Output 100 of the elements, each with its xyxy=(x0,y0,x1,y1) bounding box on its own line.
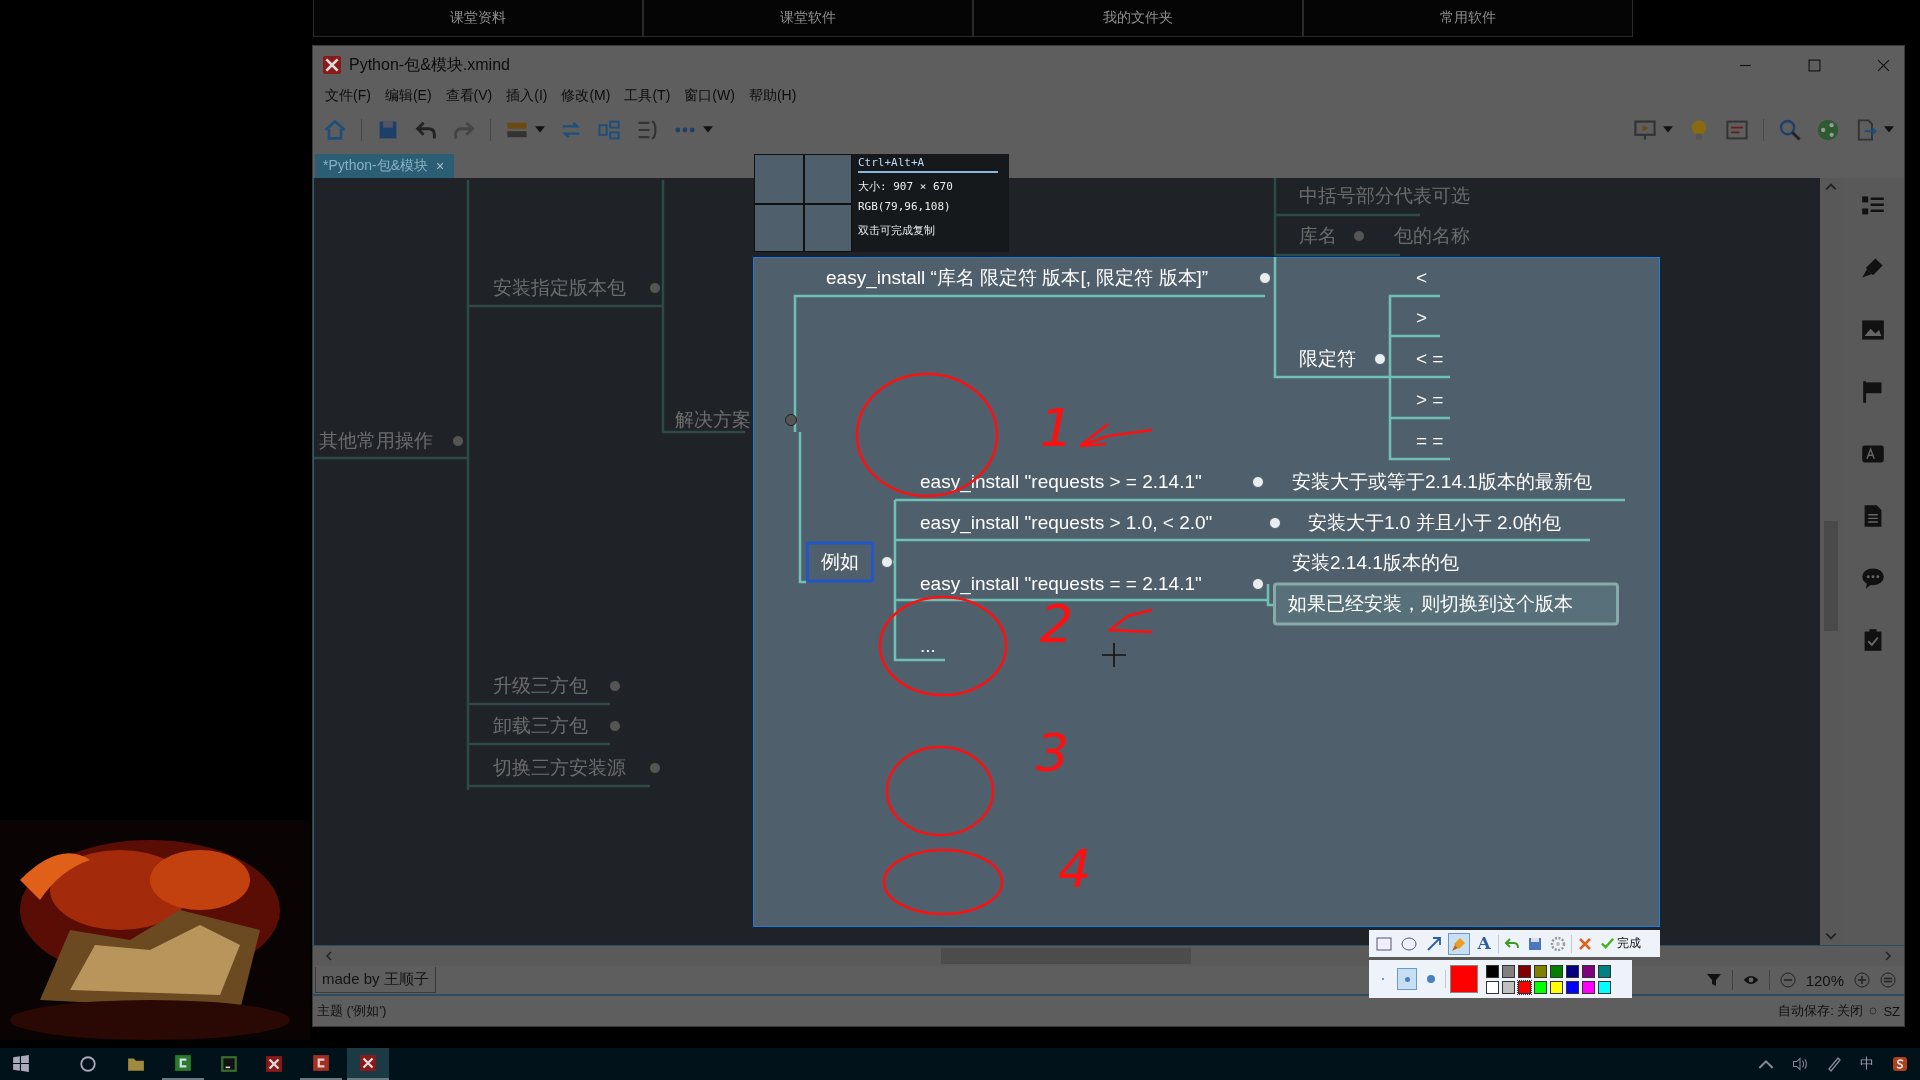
mindmap-topic[interactable]: 升级三方包 xyxy=(490,671,591,701)
color-swatch[interactable] xyxy=(1486,964,1499,978)
done-button[interactable]: 完成 xyxy=(1598,935,1643,952)
menu-item[interactable]: 帮助(H) xyxy=(742,87,803,105)
handwritten-number: 1 xyxy=(1040,402,1074,454)
mindmap-topic[interactable]: = = xyxy=(1413,426,1447,456)
brush-icon[interactable] xyxy=(1861,256,1885,280)
taskbar-app[interactable] xyxy=(347,1048,389,1080)
mindmap-topic[interactable]: < xyxy=(1413,263,1431,293)
image-icon[interactable] xyxy=(1861,318,1885,342)
mindmap-topic[interactable]: > xyxy=(1413,303,1431,333)
mindmap-topic[interactable]: 例如 xyxy=(806,541,874,583)
shortcut-tab[interactable]: 常用软件 xyxy=(1303,0,1633,37)
input-method-indicator[interactable]: 中 xyxy=(1860,1055,1874,1073)
mindmap-topic[interactable]: 解决方案 xyxy=(672,405,754,435)
menu-item[interactable]: 文件(F) xyxy=(319,87,377,105)
mindmap-topic[interactable]: 中括号部分代表可选 xyxy=(1296,181,1473,211)
zoom-out-icon[interactable] xyxy=(1779,972,1796,988)
mindmap-topic[interactable]: 库名 xyxy=(1296,221,1340,251)
color-swatch[interactable] xyxy=(1518,980,1531,994)
menu-item[interactable]: 工具(T) xyxy=(618,87,677,105)
cancel-icon[interactable] xyxy=(1577,935,1593,952)
menu-item[interactable]: 查看(V) xyxy=(439,87,499,105)
mindmap-topic[interactable]: ... xyxy=(917,631,939,661)
user-icon xyxy=(1869,1007,1878,1015)
scroll-up-icon[interactable] xyxy=(1825,182,1837,192)
mindmap-topic[interactable]: easy_install "requests = = 2.14.1" xyxy=(917,569,1205,599)
shortcut-tab[interactable]: 课堂软件 xyxy=(643,0,973,37)
close-icon[interactable] xyxy=(1877,58,1890,72)
shortcut-tab[interactable]: 课堂资料 xyxy=(313,0,643,37)
mindmap-topic[interactable]: easy_install “库名 限定符 版本[, 限定符 版本]” xyxy=(823,263,1212,293)
color-swatch[interactable] xyxy=(1502,964,1515,978)
collapse-dot[interactable] xyxy=(649,282,661,294)
zoom-in-icon[interactable] xyxy=(1854,972,1870,988)
mindmap-topic[interactable]: 包的名称 xyxy=(1391,221,1473,251)
mindmap-topic[interactable]: 其他常用操作 xyxy=(316,426,436,456)
collapse-dot[interactable] xyxy=(609,680,621,692)
color-swatch[interactable] xyxy=(1598,980,1611,994)
collapse-dot[interactable] xyxy=(1353,230,1365,242)
app-icon xyxy=(359,1054,377,1072)
caret-icon[interactable] xyxy=(703,126,713,134)
mindmap-topic[interactable]: 安装指定版本包 xyxy=(490,273,629,303)
menu-item[interactable]: 修改(M) xyxy=(555,87,617,105)
color-swatch[interactable] xyxy=(1486,980,1499,994)
mindmap-topic[interactable]: easy_install "requests > 1.0, < 2.0" xyxy=(917,508,1216,538)
autosave-status: 自动保存: 关闭 xyxy=(1778,1002,1864,1020)
mindmap-topic[interactable]: 卸载三方包 xyxy=(490,711,591,741)
scroll-left-icon[interactable] xyxy=(323,951,335,961)
pen-size-button[interactable] xyxy=(1397,968,1417,990)
document-tab[interactable]: *Python-包&模块 × xyxy=(315,154,455,178)
color-swatch[interactable] xyxy=(1566,980,1579,994)
sogou-icon[interactable] xyxy=(1892,1056,1908,1072)
settings-icon[interactable] xyxy=(1550,935,1566,952)
share-icon[interactable] xyxy=(1816,118,1840,142)
mindmap-topic[interactable]: 限定符 xyxy=(1296,344,1359,374)
scroll-right-icon[interactable] xyxy=(1882,951,1894,961)
color-swatch[interactable] xyxy=(1550,964,1563,978)
collapse-dot[interactable] xyxy=(649,762,661,774)
caret-icon[interactable] xyxy=(1884,126,1894,134)
search-icon[interactable] xyxy=(1778,118,1802,142)
color-swatch[interactable] xyxy=(1582,980,1595,994)
callout-topic[interactable]: 如果已经安装，则切换到这个版本 xyxy=(1273,582,1619,626)
app-icon xyxy=(265,1055,283,1073)
collapse-dot[interactable] xyxy=(609,720,621,732)
mindmap-topic[interactable]: 安装大于或等于2.14.1版本的最新包 xyxy=(1289,467,1595,497)
fit-icon[interactable] xyxy=(1880,972,1896,988)
color-swatch[interactable] xyxy=(1550,980,1563,994)
caret-icon[interactable] xyxy=(1663,126,1673,134)
shortcut-tab[interactable]: 我的文件夹 xyxy=(973,0,1303,37)
text-tool-button[interactable]: A xyxy=(1473,932,1495,955)
menu-item[interactable]: 插入(I) xyxy=(500,87,554,105)
comment-icon[interactable] xyxy=(1861,566,1885,590)
mindmap-topic[interactable]: 安装大于1.0 并且小于 2.0的包 xyxy=(1305,508,1565,538)
mindmap-topic[interactable]: 切换三方安装源 xyxy=(490,753,629,783)
panel-icon[interactable] xyxy=(1725,118,1749,142)
mindmap-topic[interactable]: < = xyxy=(1413,344,1447,374)
collapse-dot[interactable] xyxy=(452,435,464,447)
vertical-scrollbar[interactable] xyxy=(1820,178,1842,945)
menu-item[interactable]: 编辑(E) xyxy=(378,87,438,105)
menu-item[interactable]: 窗口(W) xyxy=(678,87,741,105)
maximize-icon[interactable] xyxy=(1808,58,1821,72)
save-icon[interactable] xyxy=(1527,935,1543,952)
brush-icon xyxy=(1451,935,1467,952)
volume-icon[interactable] xyxy=(1792,1056,1808,1072)
filter-icon[interactable] xyxy=(1705,972,1722,988)
pen-icon[interactable] xyxy=(1826,1056,1842,1072)
scroll-down-icon[interactable] xyxy=(1825,931,1837,941)
caret-icon[interactable] xyxy=(535,126,545,134)
color-swatch[interactable] xyxy=(1582,964,1595,978)
color-swatch[interactable] xyxy=(1534,964,1547,978)
mindmap-topic[interactable]: > = xyxy=(1413,385,1447,415)
color-swatch[interactable] xyxy=(1566,964,1579,978)
color-swatch[interactable] xyxy=(1534,980,1547,994)
brush-tool-button[interactable] xyxy=(1448,932,1470,955)
color-swatch[interactable] xyxy=(1518,964,1531,978)
presentation-icon[interactable] xyxy=(1633,118,1657,142)
color-swatch[interactable] xyxy=(1598,964,1611,978)
tab-close-button[interactable]: × xyxy=(434,158,447,174)
color-swatch[interactable] xyxy=(1502,980,1515,994)
mindmap-topic[interactable]: 安装2.14.1版本的包 xyxy=(1289,548,1462,578)
